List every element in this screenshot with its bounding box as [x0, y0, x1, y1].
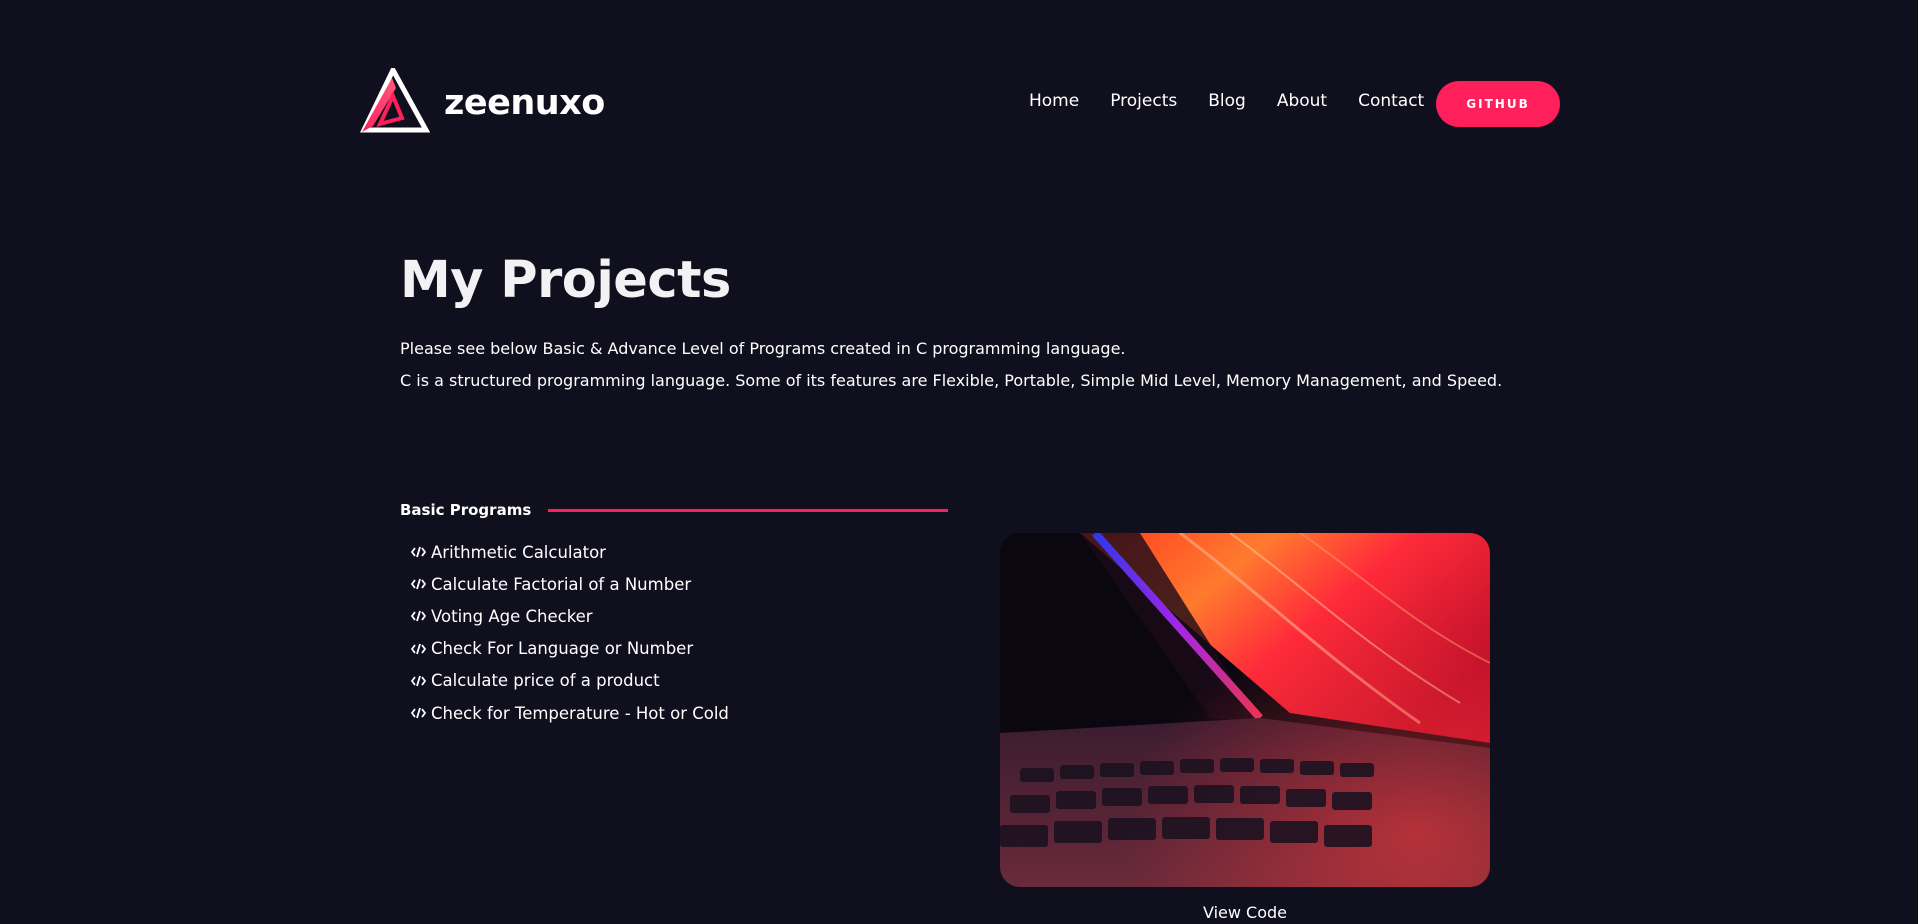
program-item-temperature[interactable]: Check for Temperature - Hot or Cold	[411, 697, 729, 729]
program-item-label: Check for Temperature - Hot or Cold	[431, 703, 729, 723]
section-header: Basic Programs	[400, 501, 949, 519]
triangle-logo-icon	[360, 68, 430, 133]
program-item-product-price[interactable]: Calculate price of a product	[411, 665, 729, 697]
code-icon	[411, 611, 426, 622]
code-icon	[411, 579, 426, 590]
code-icon	[411, 675, 426, 687]
nav-projects[interactable]: Projects	[1110, 91, 1177, 111]
program-item-label: Arithmetic Calculator	[431, 542, 606, 562]
intro-text: Please see below Basic & Advance Level o…	[400, 333, 1502, 397]
nav-home[interactable]: Home	[1029, 91, 1079, 111]
program-item-label: Voting Age Checker	[431, 606, 593, 626]
program-item-label: Calculate Factorial of a Number	[431, 574, 692, 594]
section-title: Basic Programs	[400, 501, 532, 519]
project-image	[1000, 533, 1490, 887]
program-item-voting-age[interactable]: Voting Age Checker	[411, 600, 729, 632]
program-item-factorial[interactable]: Calculate Factorial of a Number	[411, 568, 729, 600]
brand-name: zeenuxo	[444, 83, 605, 123]
program-item-arithmetic-calculator[interactable]: Arithmetic Calculator	[411, 536, 729, 568]
code-icon	[411, 546, 426, 558]
section-divider	[548, 508, 949, 512]
program-item-label: Check For Language or Number	[431, 639, 694, 659]
nav-blog[interactable]: Blog	[1208, 91, 1246, 111]
intro-line-1: Please see below Basic & Advance Level o…	[400, 339, 1126, 358]
code-icon	[411, 643, 426, 654]
program-list: Arithmetic Calculator Calculate Factoria…	[411, 536, 729, 729]
page-title: My Projects	[400, 251, 731, 310]
program-item-language-or-number[interactable]: Check For Language or Number	[411, 633, 729, 665]
code-icon	[411, 707, 426, 719]
laptop-image	[1000, 533, 1490, 887]
main-nav: Home Projects Blog About Contact	[1029, 91, 1455, 111]
nav-about[interactable]: About	[1277, 91, 1327, 111]
program-item-label: Calculate price of a product	[431, 671, 660, 691]
view-code-link[interactable]: View Code	[1000, 903, 1490, 922]
nav-contact[interactable]: Contact	[1358, 91, 1424, 111]
intro-line-2: C is a structured programming language. …	[400, 371, 1503, 390]
brand-logo[interactable]: zeenuxo	[360, 68, 605, 138]
github-button[interactable]: GITHUB	[1436, 81, 1560, 127]
